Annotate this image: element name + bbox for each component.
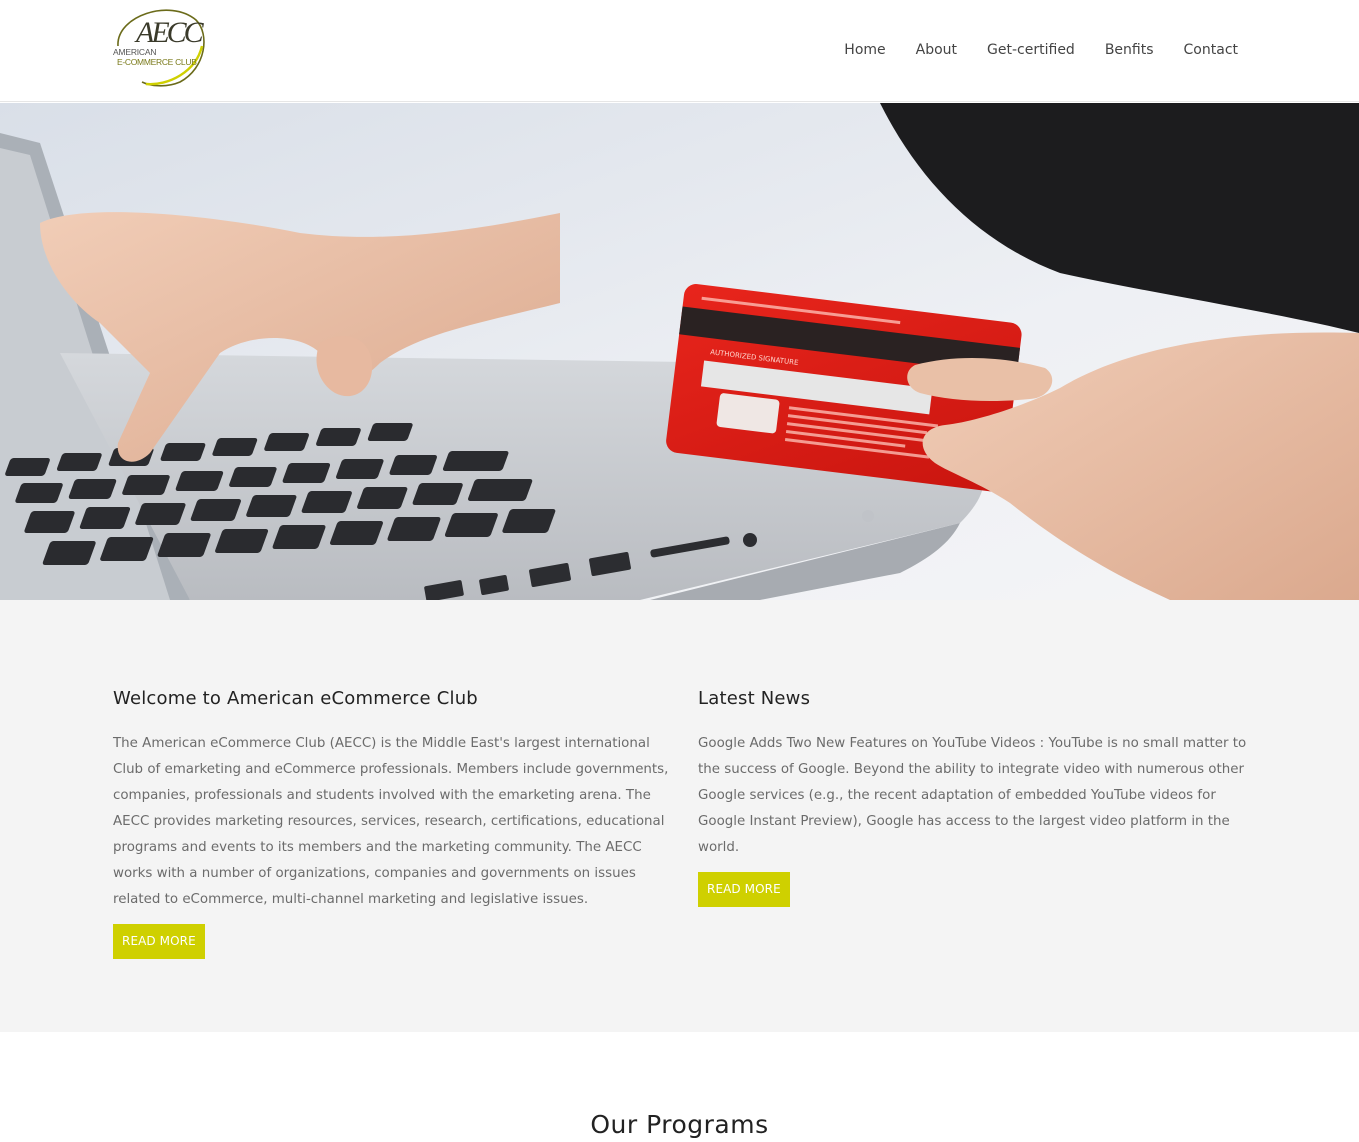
latest-news-body: Google Adds Two New Features on YouTube … bbox=[698, 736, 1247, 855]
nav-home[interactable]: Home bbox=[844, 42, 885, 58]
intro-section: Welcome to American eCommerce Club The A… bbox=[0, 600, 1359, 1032]
nav-benfits[interactable]: Benfits bbox=[1105, 42, 1154, 58]
logo-text-ecommerce-club: E-COMMERCE CLUB bbox=[117, 57, 197, 67]
laptop-credit-card-illustration: AUTHORIZED SIGNATURE bbox=[0, 103, 1359, 600]
svg-text:AECC: AECC bbox=[134, 16, 205, 49]
main-nav: Home About Get-certified Benfits Contact bbox=[844, 42, 1238, 58]
nav-about[interactable]: About bbox=[916, 42, 957, 58]
news-read-more-button[interactable]: READ MORE bbox=[698, 872, 790, 907]
welcome-block: Welcome to American eCommerce Club The A… bbox=[113, 688, 669, 959]
welcome-read-more-button[interactable]: READ MORE bbox=[113, 924, 205, 959]
site-header: AECC AMERICAN E-COMMERCE CLUB Home About… bbox=[0, 0, 1359, 102]
latest-news-block: Latest News Google Adds Two New Features… bbox=[698, 688, 1254, 907]
aecc-logo[interactable]: AECC AMERICAN E-COMMERCE CLUB bbox=[110, 6, 206, 88]
logo-text-american: AMERICAN bbox=[113, 47, 157, 57]
welcome-body: The American eCommerce Club (AECC) is th… bbox=[113, 736, 669, 907]
nav-get-certified[interactable]: Get-certified bbox=[987, 42, 1075, 58]
latest-news-title: Latest News bbox=[698, 688, 811, 709]
nav-contact[interactable]: Contact bbox=[1184, 42, 1238, 58]
hero-banner-image: AUTHORIZED SIGNATURE bbox=[0, 103, 1359, 600]
welcome-title: Welcome to American eCommerce Club bbox=[113, 688, 478, 709]
our-programs-heading: Our Programs bbox=[590, 1110, 769, 1139]
